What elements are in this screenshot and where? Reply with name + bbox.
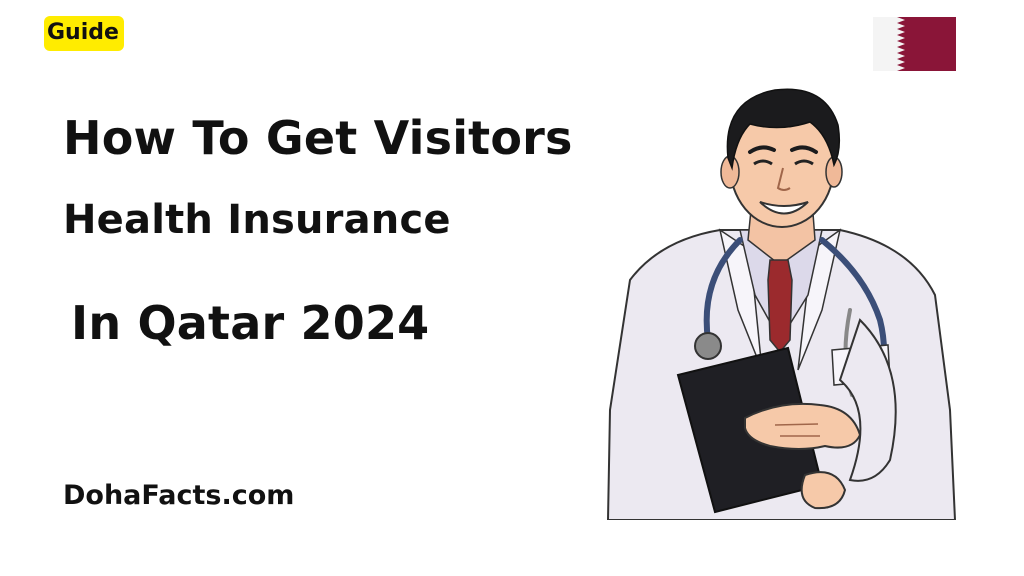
site-name: DohaFacts.com	[63, 480, 295, 511]
headline-line-1: How To Get Visitors	[63, 111, 573, 165]
necktie	[767, 259, 793, 354]
hand	[744, 402, 862, 450]
headline-line-3: In Qatar 2024	[71, 296, 430, 350]
stethoscope-chestpiece	[694, 332, 722, 360]
qatar-flag-icon	[873, 17, 956, 71]
flag-maroon-band	[897, 17, 956, 71]
doctor-with-stethoscope-icon	[606, 88, 957, 520]
thumbnail-canvas: Guide How To Get Visitors Health Insuran…	[0, 0, 1024, 576]
guide-badge: Guide	[44, 16, 124, 51]
headline-line-2: Health Insurance	[63, 197, 451, 243]
